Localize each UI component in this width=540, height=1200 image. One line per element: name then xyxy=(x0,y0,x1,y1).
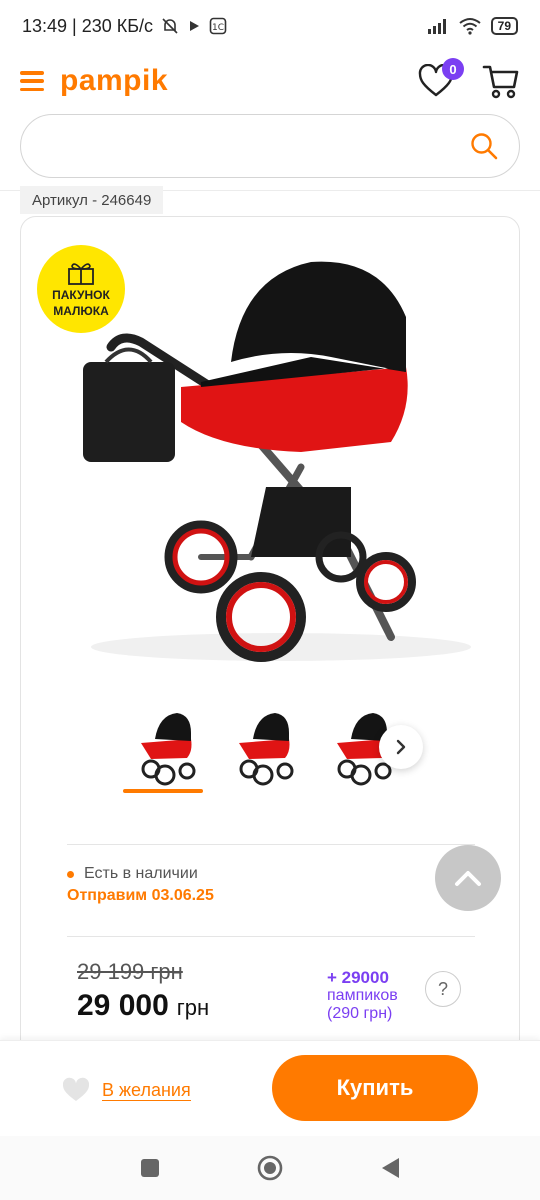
cart-button[interactable] xyxy=(482,63,520,99)
thumbnail-2[interactable] xyxy=(219,703,303,787)
app-icon: 1C xyxy=(209,17,227,35)
help-button[interactable]: ? xyxy=(425,971,461,1007)
bonus-points: + 29000 пампиков (290 грн) xyxy=(327,969,398,1023)
gift-icon xyxy=(68,263,94,285)
status-bar: 13:49 | 230 КБ/с 1C 79 xyxy=(0,0,540,52)
gift-badge-line2: МАЛЮКА xyxy=(53,304,109,318)
scroll-top-button[interactable] xyxy=(435,845,501,911)
recent-apps-button[interactable] xyxy=(130,1148,170,1188)
bonus-value: (290 грн) xyxy=(327,1005,393,1022)
article-number: Артикул - 246649 xyxy=(20,186,164,214)
app-header: pampik 0 xyxy=(0,52,540,110)
thumbnail-1[interactable] xyxy=(121,703,205,793)
search-bar xyxy=(20,114,520,178)
system-nav-bar xyxy=(0,1136,540,1200)
search-input[interactable] xyxy=(41,135,469,157)
home-button[interactable] xyxy=(250,1148,290,1188)
price-currency: грн xyxy=(176,995,210,1020)
buy-button[interactable]: Купить xyxy=(272,1055,478,1121)
logo[interactable]: pampik xyxy=(60,64,168,98)
thumbnail-strip xyxy=(121,703,421,793)
status-time: 13:49 | 230 КБ/с xyxy=(22,15,154,36)
signal-icon xyxy=(427,18,449,34)
divider xyxy=(67,936,475,937)
bonus-label: пампиков xyxy=(327,987,398,1004)
home-circle-icon xyxy=(257,1155,283,1181)
shipping-date: Отправим 03.06.25 xyxy=(67,887,214,904)
menu-icon[interactable] xyxy=(20,71,44,91)
bottom-action-bar: В желания Купить xyxy=(0,1040,540,1136)
bonus-amount: + 29000 xyxy=(327,968,389,987)
stock-status-text: Есть в наличии xyxy=(84,865,198,882)
current-price: 29 000 грн xyxy=(77,989,209,1023)
battery-indicator: 79 xyxy=(490,17,518,35)
mute-icon xyxy=(161,17,179,35)
heart-icon xyxy=(62,1077,90,1101)
cart-icon xyxy=(482,65,519,99)
svg-text:1C: 1C xyxy=(212,23,224,33)
status-dot-icon xyxy=(67,870,74,878)
wifi-icon xyxy=(459,17,481,35)
stock-status: Есть в наличии xyxy=(67,865,198,883)
chevron-up-icon xyxy=(455,871,481,886)
gift-badge: ПАКУНОК МАЛЮКА xyxy=(37,245,125,333)
back-button[interactable] xyxy=(370,1148,410,1188)
old-price: 29 199 грн xyxy=(77,959,183,984)
search-icon xyxy=(471,133,498,160)
product-card: ПАКУНОК МАЛЮКА Есть в наличии Отправим 0… xyxy=(20,216,520,1116)
chevron-right-icon xyxy=(396,739,406,755)
back-triangle-icon xyxy=(382,1158,399,1178)
wishlist-label: В желания xyxy=(102,1079,191,1101)
play-icon xyxy=(187,19,201,33)
search-button[interactable] xyxy=(469,131,499,161)
wishlist-count-badge: 0 xyxy=(442,58,464,80)
gift-badge-line1: ПАКУНОК xyxy=(52,288,110,302)
wishlist-button[interactable]: 0 xyxy=(418,58,464,98)
square-icon xyxy=(141,1159,159,1177)
thumbnail-next-button[interactable] xyxy=(379,725,423,769)
price-value: 29 000 xyxy=(77,989,169,1022)
divider xyxy=(67,844,475,845)
add-to-wishlist-link[interactable]: В желания xyxy=(62,1077,191,1103)
